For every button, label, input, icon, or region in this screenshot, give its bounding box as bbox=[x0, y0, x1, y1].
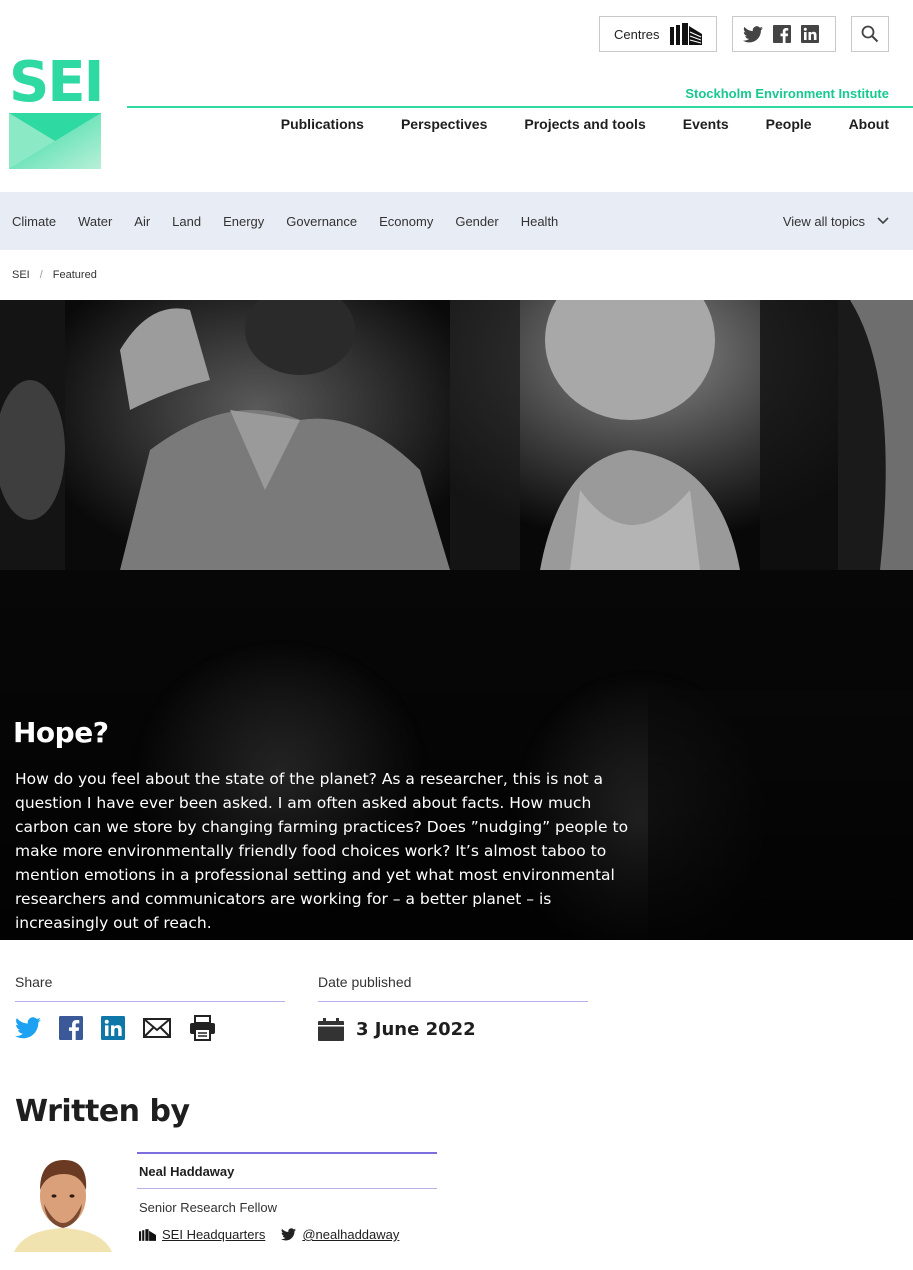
nav-perspectives[interactable]: Perspectives bbox=[401, 116, 487, 132]
author-avatar[interactable] bbox=[14, 1152, 112, 1252]
linkedin-share-icon[interactable] bbox=[101, 1016, 125, 1040]
nav-about[interactable]: About bbox=[849, 116, 889, 132]
topic-climate[interactable]: Climate bbox=[12, 214, 56, 229]
chevron-down-icon bbox=[877, 217, 889, 225]
topic-energy[interactable]: Energy bbox=[223, 214, 264, 229]
topic-air[interactable]: Air bbox=[134, 214, 150, 229]
linkedin-icon[interactable] bbox=[801, 25, 819, 43]
topics-bar: Climate Water Air Land Energy Governance… bbox=[0, 192, 913, 250]
author-name[interactable]: Neal Haddaway bbox=[139, 1164, 437, 1179]
building-icon bbox=[669, 23, 702, 45]
search-icon bbox=[861, 25, 879, 43]
date-value: 3 June 2022 bbox=[356, 1019, 476, 1040]
article-title: Hope? bbox=[13, 716, 109, 749]
logo-mark-icon bbox=[9, 113, 101, 169]
topic-economy[interactable]: Economy bbox=[379, 214, 433, 229]
facebook-share-icon[interactable] bbox=[59, 1016, 83, 1040]
social-links bbox=[732, 16, 836, 52]
author-twitter-label: @nealhaddaway bbox=[302, 1227, 400, 1242]
author-divider bbox=[137, 1188, 437, 1189]
nav-people[interactable]: People bbox=[766, 116, 812, 132]
logo-text: SEI bbox=[9, 50, 104, 115]
date-published-label: Date published bbox=[318, 974, 412, 990]
topic-water[interactable]: Water bbox=[78, 214, 112, 229]
article-intro: How do you feel about the state of the p… bbox=[15, 770, 629, 932]
nav-events[interactable]: Events bbox=[683, 116, 729, 132]
author-role: Senior Research Fellow bbox=[139, 1200, 278, 1215]
author-centre-label: SEI Headquarters bbox=[162, 1227, 266, 1242]
share-label: Share bbox=[15, 974, 53, 990]
nav-publications[interactable]: Publications bbox=[281, 116, 364, 132]
nav-projects-and-tools[interactable]: Projects and tools bbox=[524, 116, 645, 132]
hero-image: Hope? How do you feel about the state of… bbox=[0, 300, 913, 940]
author-card: Neal Haddaway Senior Research Fellow SEI… bbox=[137, 1152, 437, 1242]
written-by-heading: Written by bbox=[15, 1094, 190, 1129]
topic-governance[interactable]: Governance bbox=[286, 214, 357, 229]
breadcrumb-featured[interactable]: Featured bbox=[53, 269, 97, 281]
share-buttons bbox=[15, 1015, 216, 1041]
date-divider bbox=[318, 1001, 588, 1002]
search-button[interactable] bbox=[851, 16, 889, 52]
breadcrumb-separator: / bbox=[39, 269, 43, 281]
facebook-icon[interactable] bbox=[773, 25, 791, 43]
topic-health[interactable]: Health bbox=[521, 214, 559, 229]
breadcrumb-sei[interactable]: SEI bbox=[12, 269, 30, 281]
email-share-icon[interactable] bbox=[143, 1018, 171, 1038]
author-card-topline bbox=[137, 1152, 437, 1154]
author-links: SEI Headquarters @nealhaddaway bbox=[139, 1227, 437, 1242]
centres-button[interactable]: Centres bbox=[599, 16, 717, 52]
main-nav: Publications Perspectives Projects and t… bbox=[281, 116, 889, 132]
view-all-label: View all topics bbox=[782, 213, 865, 229]
topic-land[interactable]: Land bbox=[172, 214, 201, 229]
twitter-share-icon[interactable] bbox=[15, 1017, 41, 1039]
print-icon[interactable] bbox=[189, 1015, 216, 1041]
author-twitter-link[interactable]: @nealhaddaway bbox=[281, 1227, 399, 1242]
twitter-icon[interactable] bbox=[743, 25, 763, 43]
calendar-icon bbox=[318, 1018, 344, 1041]
sei-logo[interactable]: SEI bbox=[9, 50, 104, 169]
breadcrumb: SEI / Featured bbox=[12, 269, 97, 281]
author-portrait bbox=[14, 1152, 112, 1252]
centres-label: Centres bbox=[614, 26, 660, 42]
author-centre-link[interactable]: SEI Headquarters bbox=[139, 1227, 265, 1242]
building-icon bbox=[139, 1228, 156, 1241]
topic-gender[interactable]: Gender bbox=[455, 214, 498, 229]
view-all-topics-button[interactable]: View all topics bbox=[783, 192, 889, 250]
twitter-icon bbox=[281, 1228, 297, 1241]
site-header: SEI Centres Stockholm Environment Instit… bbox=[0, 0, 913, 192]
share-divider bbox=[15, 1001, 285, 1002]
org-name[interactable]: Stockholm Environment Institute bbox=[685, 86, 889, 101]
header-divider bbox=[127, 106, 913, 108]
date-published: 3 June 2022 bbox=[318, 1018, 476, 1041]
